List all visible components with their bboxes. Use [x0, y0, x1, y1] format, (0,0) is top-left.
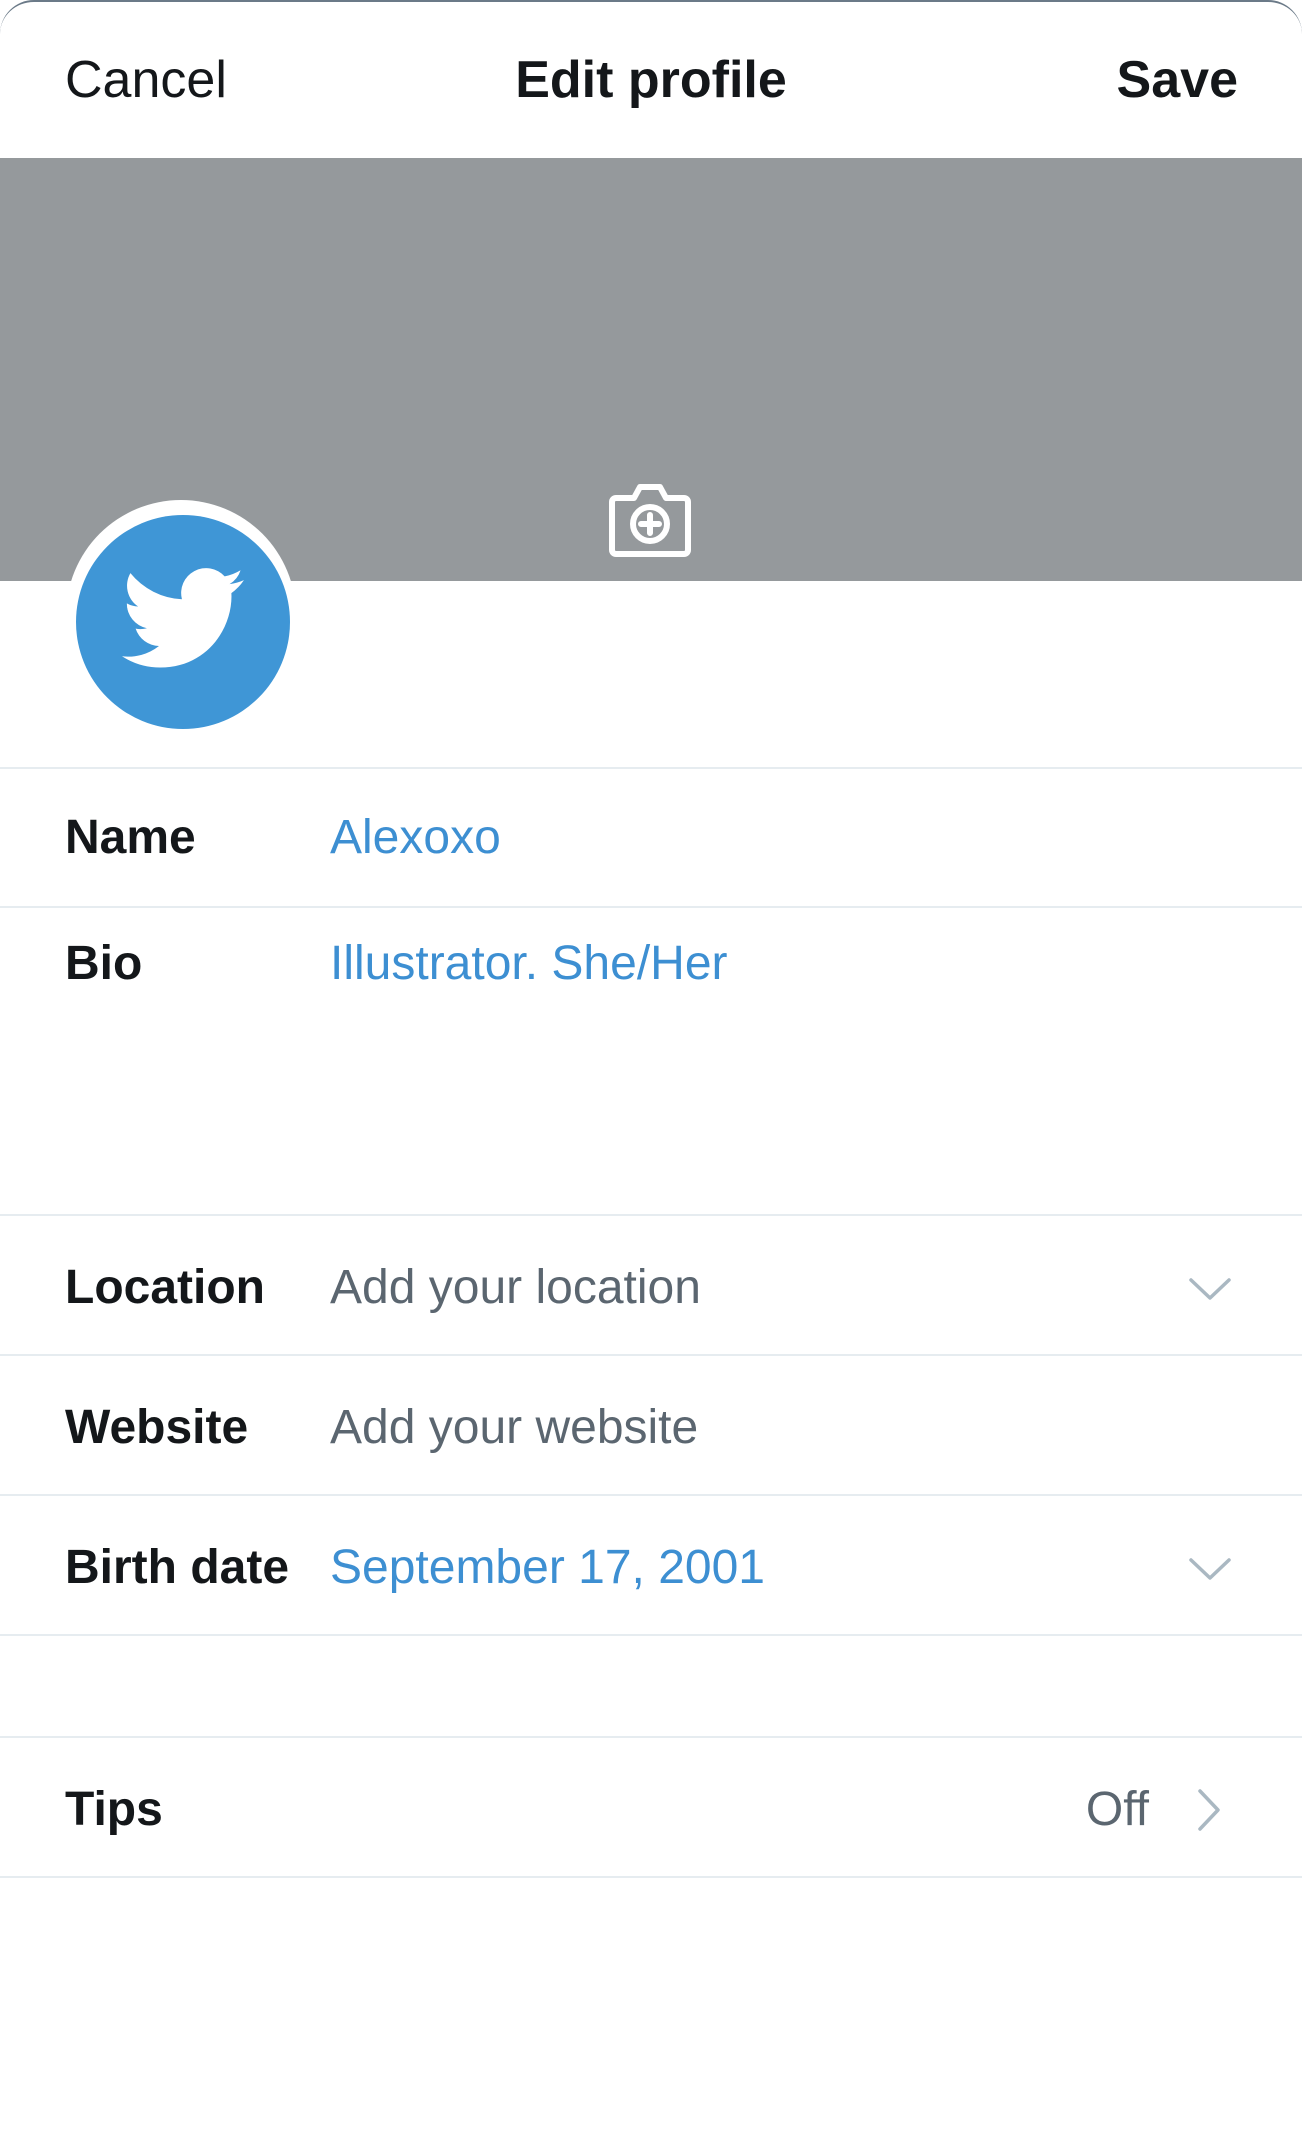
avatar-image — [76, 515, 290, 729]
divider — [0, 1876, 1302, 1878]
birth-date-field[interactable]: September 17, 2001 — [330, 1540, 765, 1595]
avatar[interactable] — [66, 500, 296, 730]
camera-add-icon[interactable] — [606, 474, 694, 562]
divider — [0, 1634, 1302, 1636]
website-field[interactable]: Add your website — [330, 1400, 698, 1455]
chevron-right-icon[interactable] — [1196, 1788, 1222, 1832]
location-field[interactable]: Add your location — [330, 1260, 701, 1315]
twitter-bird-icon — [122, 568, 244, 668]
tips-status: Off — [1085, 1783, 1149, 1836]
name-field[interactable]: Alexoxo — [330, 810, 501, 865]
header-bar: Cancel Edit profile Save — [0, 2, 1302, 158]
cancel-button[interactable]: Cancel — [65, 50, 227, 110]
chevron-down-icon[interactable] — [1188, 1556, 1232, 1582]
bio-field[interactable]: Illustrator. She/Her — [330, 936, 728, 991]
bio-label: Bio — [65, 937, 143, 990]
name-label: Name — [65, 811, 196, 864]
tips-label: Tips — [65, 1783, 163, 1836]
edit-profile-sheet: Cancel Edit profile Save Name Alexoxo Bi… — [0, 0, 1302, 2129]
location-label: Location — [65, 1261, 265, 1314]
save-button[interactable]: Save — [1117, 50, 1238, 110]
website-label: Website — [65, 1401, 249, 1454]
birth-date-label: Birth date — [65, 1541, 290, 1594]
chevron-down-icon[interactable] — [1188, 1276, 1232, 1302]
